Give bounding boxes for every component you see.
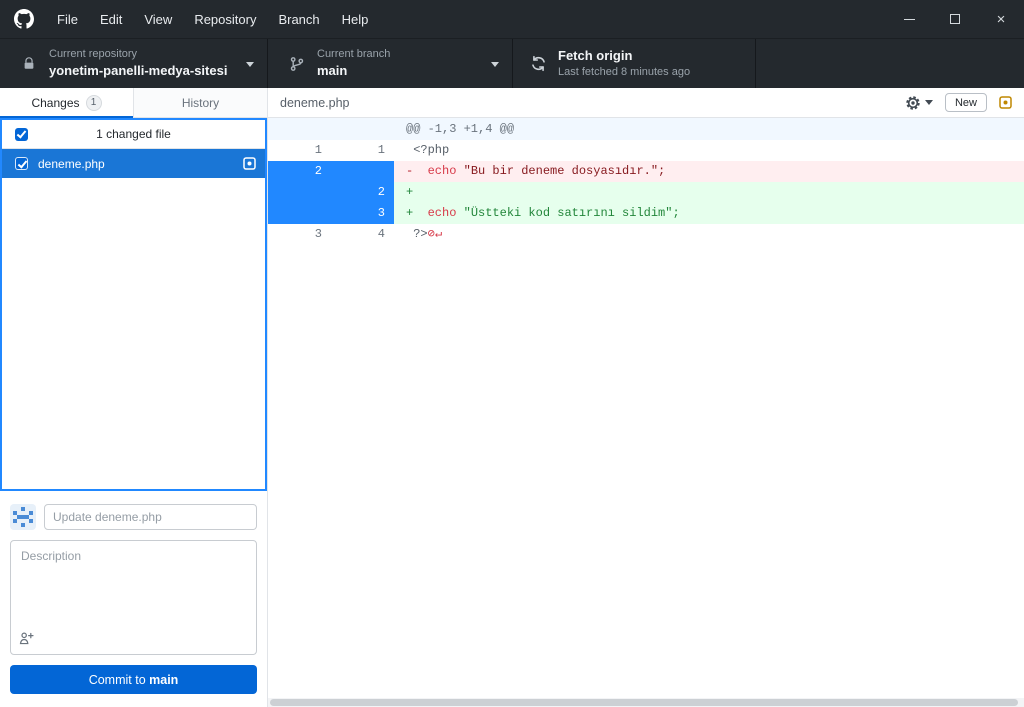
hunk-header[interactable]: @@ -1,3 +1,4 @@ — [268, 118, 1024, 140]
close-button[interactable]: × — [978, 0, 1024, 38]
horizontal-scrollbar[interactable] — [268, 698, 1024, 707]
old-line-number[interactable]: 2 — [268, 161, 331, 182]
changed-files-summary: 1 changed file — [96, 127, 171, 141]
changed-file-row[interactable]: deneme.php — [2, 149, 265, 178]
old-line-number[interactable]: 1 — [268, 140, 331, 161]
new-line-number[interactable]: 4 — [331, 224, 394, 245]
menu-repository[interactable]: Repository — [183, 0, 267, 38]
changes-list-header: 1 changed file — [2, 120, 265, 149]
toolbar: Current repository yonetim-panelli-medya… — [0, 38, 1024, 88]
file-list-empty-area[interactable] — [2, 178, 265, 489]
sync-icon — [529, 55, 547, 72]
commit-panel: Commit to main — [0, 491, 267, 707]
menu-bar: File Edit View Repository Branch Help — [46, 0, 379, 38]
new-line-number[interactable]: 1 — [331, 140, 394, 161]
chevron-down-icon — [246, 62, 254, 67]
changes-list: 1 changed file deneme.php — [0, 118, 267, 491]
chevron-down-icon — [491, 62, 499, 67]
new-line-number[interactable] — [331, 161, 394, 182]
diff-lines: 11 <?php 2- echo "Bu bir deneme dosyasıdı… — [268, 140, 1024, 245]
content-area: Changes 1 History 1 changed file deneme.… — [0, 88, 1024, 707]
changes-count-badge: 1 — [85, 94, 102, 111]
code-line: + echo "Üstteki kod satırını sildim"; — [394, 203, 1024, 224]
current-repository-button[interactable]: Current repository yonetim-panelli-medya… — [0, 39, 268, 88]
fetch-origin-subtitle: Last fetched 8 minutes ago — [558, 66, 691, 79]
tab-history[interactable]: History — [134, 88, 267, 117]
diff-line[interactable]: 3 + echo "Üstteki kod satırını sildim"; — [268, 203, 1024, 224]
sidebar: Changes 1 History 1 changed file deneme.… — [0, 88, 268, 707]
tab-changes-label: Changes — [31, 95, 80, 110]
code-line: <?php — [394, 140, 1024, 161]
title-bar: File Edit View Repository Branch Help × — [0, 0, 1024, 38]
diff-options-button[interactable] — [905, 95, 933, 111]
diff-pane: deneme.php New @@ -1,3 +1,4 @@ 1 1 <?php… — [268, 88, 1024, 707]
old-line-number[interactable]: 3 — [268, 224, 331, 245]
commit-button-branch: main — [149, 672, 179, 687]
menu-help[interactable]: Help — [331, 0, 380, 38]
close-icon: × — [996, 10, 1006, 28]
code-line: - echo "Bu bir deneme dosyasıdır."; — [394, 161, 1024, 182]
git-branch-icon — [288, 56, 306, 72]
minimize-button[interactable] — [886, 0, 932, 38]
modified-file-icon — [999, 96, 1012, 109]
chevron-down-icon — [924, 100, 933, 105]
menu-file[interactable]: File — [46, 0, 89, 38]
scrollbar-thumb[interactable] — [270, 699, 1018, 706]
fetch-origin-title: Fetch origin — [558, 48, 633, 63]
commit-summary-input[interactable] — [44, 504, 257, 530]
current-branch-label: Current branch — [317, 48, 391, 60]
commit-button[interactable]: Commit to main — [10, 665, 257, 694]
app-window: File Edit View Repository Branch Help × Curre… — [0, 0, 1024, 707]
modified-status-icon — [243, 157, 256, 170]
menu-branch[interactable]: Branch — [267, 0, 330, 38]
add-coauthor-icon[interactable] — [19, 631, 34, 646]
current-repository-name: yonetim-panelli-medya-sitesi — [49, 62, 228, 78]
file-checkbox[interactable] — [15, 157, 28, 170]
commit-description-input[interactable] — [10, 540, 257, 655]
window-controls: × — [886, 0, 1024, 38]
diff-line[interactable]: 11 <?php — [268, 140, 1024, 161]
diff-view: @@ -1,3 +1,4 @@ 11 <?php 2- echo "Bu bir … — [268, 118, 1024, 707]
sidebar-tabs: Changes 1 History — [0, 88, 267, 118]
menu-edit[interactable]: Edit — [89, 0, 133, 38]
fetch-origin-button[interactable]: Fetch origin Last fetched 8 minutes ago — [513, 39, 756, 88]
current-repository-label: Current repository — [49, 48, 138, 60]
current-branch-name: main — [317, 62, 348, 78]
new-line-number[interactable]: 2 — [331, 182, 394, 203]
code-line: + — [394, 182, 1024, 203]
diff-line[interactable]: 2 + — [268, 182, 1024, 203]
old-line-number[interactable] — [268, 203, 331, 224]
maximize-button[interactable] — [932, 0, 978, 38]
avatar — [10, 504, 36, 530]
gear-icon — [906, 95, 920, 110]
new-badge-button[interactable]: New — [944, 93, 987, 112]
minimize-icon — [903, 18, 915, 20]
tab-changes[interactable]: Changes 1 — [0, 88, 134, 118]
new-line-number[interactable]: 3 — [331, 203, 394, 224]
code-line: ?>⊘↵ — [394, 224, 1024, 245]
old-line-number[interactable] — [268, 182, 331, 203]
diff-line[interactable]: 34 ?>⊘↵ — [268, 224, 1024, 245]
diff-header: deneme.php New — [268, 88, 1024, 118]
diff-line[interactable]: 2 - echo "Bu bir deneme dosyasıdır."; — [268, 161, 1024, 182]
commit-button-label: Commit to — [88, 672, 150, 687]
file-name: deneme.php — [38, 156, 105, 171]
diff-file-title: deneme.php — [280, 95, 350, 110]
current-branch-button[interactable]: Current branch main — [268, 39, 513, 88]
lock-icon — [20, 56, 38, 71]
github-logo-icon — [14, 9, 34, 29]
menu-view[interactable]: View — [133, 0, 183, 38]
maximize-icon — [950, 14, 960, 24]
tab-history-label: History — [181, 95, 220, 110]
